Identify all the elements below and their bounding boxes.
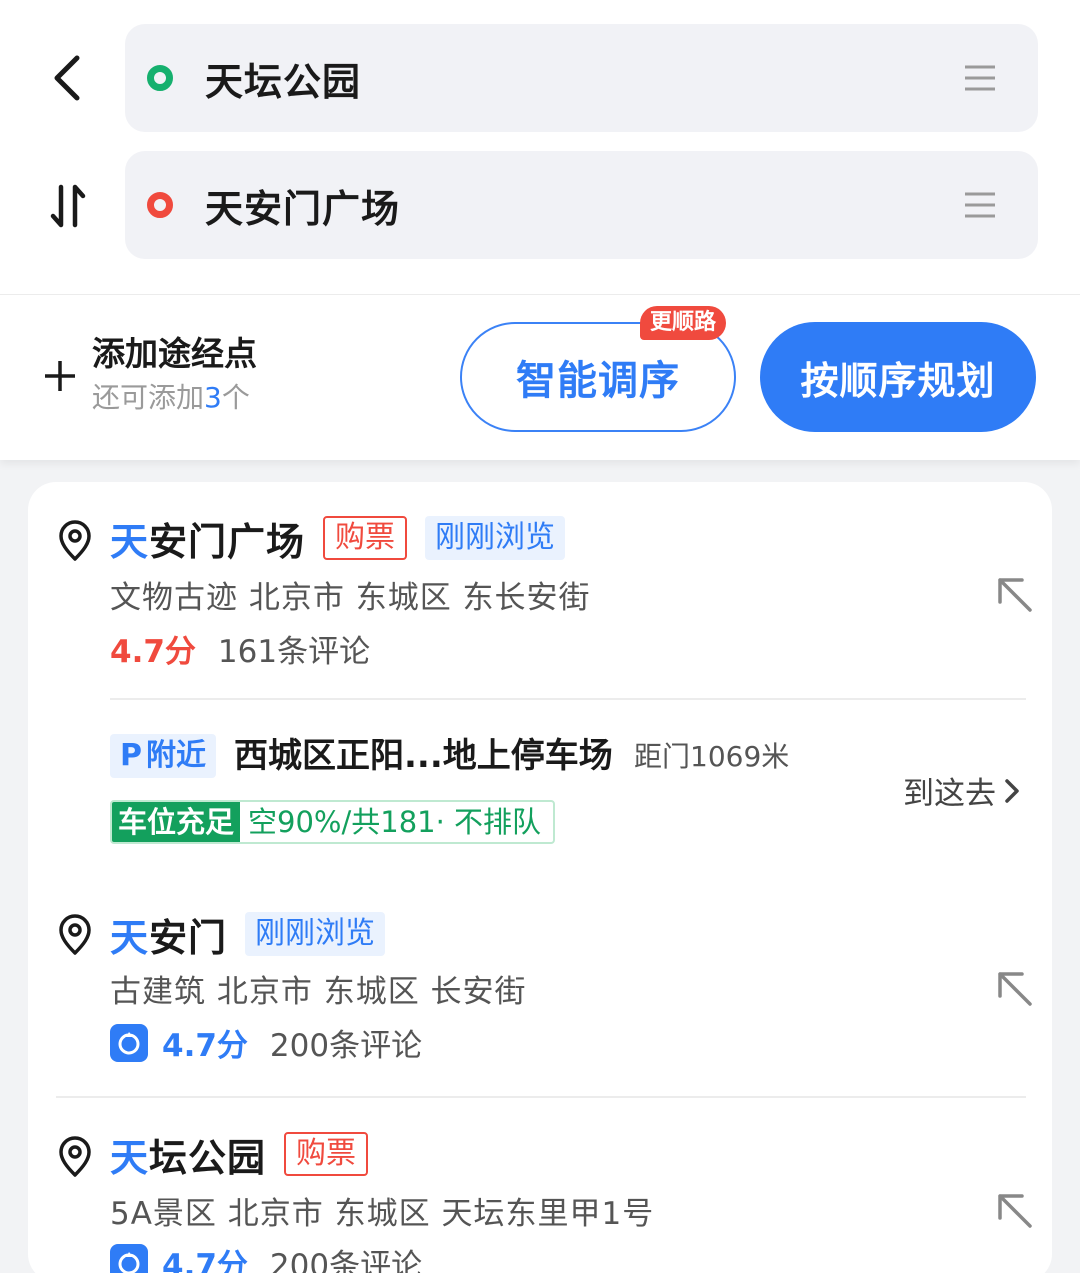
location-pin-icon xyxy=(59,1136,91,1177)
result-rating: 4.7分 161条评论 xyxy=(110,634,371,670)
swap-button[interactable] xyxy=(44,180,92,232)
result-item[interactable]: 天坛公园 购票 5A景区 北京市 东城区 天坛东里甲1号 4.7分 200条评论 xyxy=(28,1104,1052,1273)
recently-viewed-tag: 刚刚浏览 xyxy=(425,516,566,560)
result-name: 天安门 xyxy=(110,915,228,960)
end-field[interactable]: 天安门广场 xyxy=(125,151,1038,259)
location-pin-icon xyxy=(59,914,91,955)
smoother-badge: 更顺路 xyxy=(640,306,727,340)
chevron-right-icon xyxy=(1005,778,1019,803)
ticket-tag: 购票 xyxy=(284,1132,369,1176)
plus-icon xyxy=(40,356,80,396)
parking-suggestion[interactable]: P 附近 西城区正阳...地上停车场 距门1069米 车位充足 空90%/共181… xyxy=(110,734,1030,844)
recently-viewed-tag: 刚刚浏览 xyxy=(245,912,386,956)
chevron-left-icon xyxy=(54,55,80,101)
divider xyxy=(56,1096,1026,1098)
go-here-button[interactable]: 到这去 xyxy=(903,768,1022,813)
fill-in-arrow-icon[interactable] xyxy=(992,1188,1036,1232)
fill-in-arrow-icon[interactable] xyxy=(992,572,1036,616)
end-dot-icon xyxy=(147,192,173,218)
back-button[interactable] xyxy=(44,52,88,104)
parking-distance: 距门1069米 xyxy=(634,740,790,773)
add-waypoint-button[interactable]: 添加途经点 还可添加3个 xyxy=(40,332,257,420)
result-address: 5A景区 北京市 东城区 天坛东里甲1号 xyxy=(110,1196,655,1232)
parking-name: 西城区正阳...地上停车场 xyxy=(234,736,613,776)
result-name: 天安门广场 xyxy=(110,519,306,564)
location-pin-icon xyxy=(59,520,91,561)
result-item[interactable]: 天安门 刚刚浏览 古建筑 北京市 东城区 长安街 4.7分 200条评论 xyxy=(28,882,1052,1092)
add-waypoint-title: 添加途经点 xyxy=(92,334,257,373)
result-rating: 4.7分 200条评论 xyxy=(110,1020,422,1065)
parking-status: 车位充足 空90%/共181· 不排队 xyxy=(110,800,556,844)
drag-handle[interactable] xyxy=(950,175,1010,235)
divider xyxy=(0,294,1080,295)
drag-handle-icon xyxy=(965,65,995,91)
divider xyxy=(110,698,1026,700)
start-dot-icon xyxy=(147,65,173,91)
result-name: 天坛公园 xyxy=(110,1135,267,1180)
nearby-parking-tag: P 附近 xyxy=(110,734,216,778)
start-field[interactable]: 天坛公园 xyxy=(125,24,1038,132)
start-value: 天坛公园 xyxy=(205,59,362,104)
ctrip-logo-icon xyxy=(110,1243,148,1273)
result-address: 文物古迹 北京市 东城区 东长安街 xyxy=(110,580,591,616)
end-value: 天安门广场 xyxy=(205,186,401,231)
fill-in-arrow-icon[interactable] xyxy=(992,966,1036,1010)
search-results-card: 天安门广场 购票 刚刚浏览 文物古迹 北京市 东城区 东长安街 4.7分 161条… xyxy=(28,482,1052,1273)
drag-handle[interactable] xyxy=(950,48,1010,108)
drag-handle-icon xyxy=(965,192,995,218)
route-panel: 天坛公园 天安门广场 添加途经点 还可添加3个 智能调序 更顺路 按顺序规划 xyxy=(0,0,1080,460)
add-waypoint-hint: 还可添加3个 xyxy=(92,381,250,414)
swap-arrows-icon xyxy=(50,184,86,228)
result-address: 古建筑 北京市 东城区 长安街 xyxy=(110,974,527,1010)
ctrip-logo-icon xyxy=(110,1023,148,1062)
result-rating: 4.7分 200条评论 xyxy=(110,1240,422,1273)
ticket-tag: 购票 xyxy=(323,516,408,560)
plan-in-order-button[interactable]: 按顺序规划 xyxy=(760,322,1036,432)
